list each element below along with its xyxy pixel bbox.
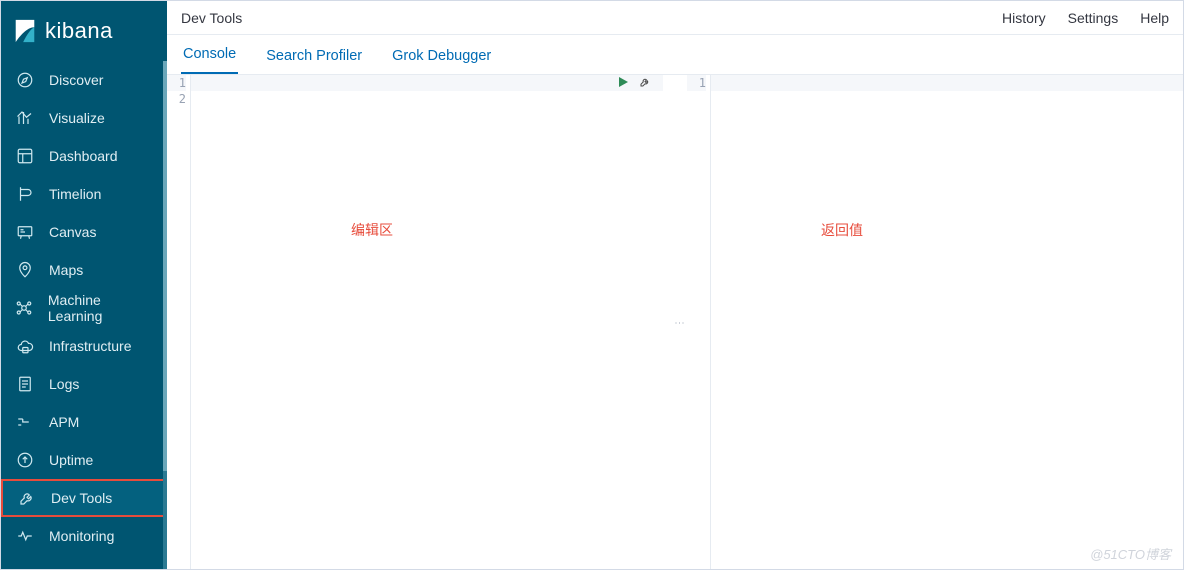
- sidebar-item-infrastructure[interactable]: Infrastructure: [1, 327, 167, 365]
- sidebar-item-label: Logs: [49, 376, 79, 392]
- sidebar-item-label: Monitoring: [49, 528, 114, 544]
- sidebar-item-label: Dashboard: [49, 148, 118, 164]
- editor-gutter: 1 2: [167, 75, 191, 569]
- sidebar: kibana Discover Visualize Dashboard Time…: [1, 1, 167, 569]
- ml-icon: [15, 298, 34, 318]
- topbar: Dev Tools History Settings Help: [167, 1, 1183, 35]
- sidebar-item-label: Timelion: [49, 186, 101, 202]
- sidebar-item-canvas[interactable]: Canvas: [1, 213, 167, 251]
- sidebar-item-uptime[interactable]: Uptime: [1, 441, 167, 479]
- output-annotation: 返回值: [821, 220, 863, 240]
- sidebar-item-dev-tools[interactable]: Dev Tools: [1, 479, 167, 517]
- timelion-icon: [15, 184, 35, 204]
- tab-grok-debugger[interactable]: Grok Debugger: [390, 38, 493, 74]
- main-panel: Dev Tools History Settings Help Console …: [167, 1, 1183, 569]
- apm-icon: [15, 412, 35, 432]
- uptime-icon: [15, 450, 35, 470]
- sidebar-item-discover[interactable]: Discover: [1, 61, 167, 99]
- logs-icon: [15, 374, 35, 394]
- output-pane: 1 返回值: [687, 75, 1183, 569]
- kibana-logo-icon: [13, 18, 37, 44]
- line-number: 2: [167, 91, 186, 107]
- topbar-links: History Settings Help: [1002, 10, 1169, 26]
- sidebar-item-visualize[interactable]: Visualize: [1, 99, 167, 137]
- sidebar-item-label: Machine Learning: [48, 292, 153, 324]
- watermark: @51CTO博客: [1090, 544, 1171, 563]
- editor-actions: [617, 76, 653, 90]
- sidebar-item-monitoring[interactable]: Monitoring: [1, 517, 167, 555]
- editor-active-line: [191, 75, 663, 91]
- devtools-tabs: Console Search Profiler Grok Debugger: [167, 35, 1183, 75]
- sidebar-item-machine-learning[interactable]: Machine Learning: [1, 289, 167, 327]
- editor-code-area[interactable]: 编辑区: [191, 75, 663, 569]
- output-gutter: 1: [687, 75, 711, 569]
- brand-name: kibana: [45, 18, 113, 44]
- sidebar-item-dashboard[interactable]: Dashboard: [1, 137, 167, 175]
- kibana-app: kibana Discover Visualize Dashboard Time…: [0, 0, 1184, 570]
- wrench-small-icon[interactable]: [639, 76, 653, 90]
- map-pin-icon: [15, 260, 35, 280]
- pane-divider[interactable]: ⋮: [671, 75, 687, 569]
- help-link[interactable]: Help: [1140, 10, 1169, 26]
- sidebar-item-label: Canvas: [49, 224, 96, 240]
- history-link[interactable]: History: [1002, 10, 1046, 26]
- page-title: Dev Tools: [181, 10, 242, 26]
- sidebar-item-label: Uptime: [49, 452, 93, 468]
- compass-icon: [15, 70, 35, 90]
- sidebar-item-label: Dev Tools: [51, 490, 112, 506]
- cloud-icon: [15, 336, 35, 356]
- settings-link[interactable]: Settings: [1068, 10, 1119, 26]
- wrench-icon: [17, 488, 37, 508]
- sidebar-item-label: Discover: [49, 72, 103, 88]
- heartbeat-icon: [15, 526, 35, 546]
- editor-annotation: 编辑区: [351, 220, 393, 240]
- sidebar-item-label: Visualize: [49, 110, 105, 126]
- run-icon[interactable]: [617, 76, 631, 90]
- sidebar-item-timelion[interactable]: Timelion: [1, 175, 167, 213]
- sidebar-nav: Discover Visualize Dashboard Timelion Ca…: [1, 61, 167, 569]
- sidebar-item-label: APM: [49, 414, 79, 430]
- sidebar-item-apm[interactable]: APM: [1, 403, 167, 441]
- line-number: 1: [687, 75, 706, 91]
- editor-pane: 1 2 编辑区: [167, 75, 671, 569]
- output-code-area: 返回值: [711, 75, 1183, 569]
- canvas-icon: [15, 222, 35, 242]
- drag-dots-icon: ⋮: [674, 318, 685, 326]
- sidebar-item-label: Infrastructure: [49, 338, 131, 354]
- sidebar-item-label: Maps: [49, 262, 83, 278]
- sidebar-item-logs[interactable]: Logs: [1, 365, 167, 403]
- console-panes: 1 2 编辑区: [167, 75, 1183, 569]
- line-number: 1: [167, 75, 186, 91]
- bar-chart-icon: [15, 108, 35, 128]
- brand-logo[interactable]: kibana: [1, 1, 167, 61]
- output-first-line: [711, 75, 1183, 91]
- tab-console[interactable]: Console: [181, 36, 238, 74]
- dashboard-icon: [15, 146, 35, 166]
- sidebar-item-maps[interactable]: Maps: [1, 251, 167, 289]
- tab-search-profiler[interactable]: Search Profiler: [264, 38, 364, 74]
